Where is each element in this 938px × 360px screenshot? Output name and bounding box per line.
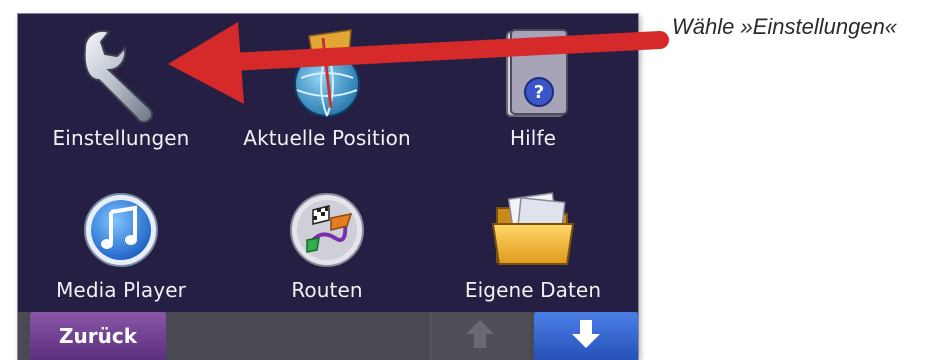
annotation-arrow — [168, 22, 669, 104]
instruction-caption: Wähle »Einstellungen« — [672, 14, 898, 39]
